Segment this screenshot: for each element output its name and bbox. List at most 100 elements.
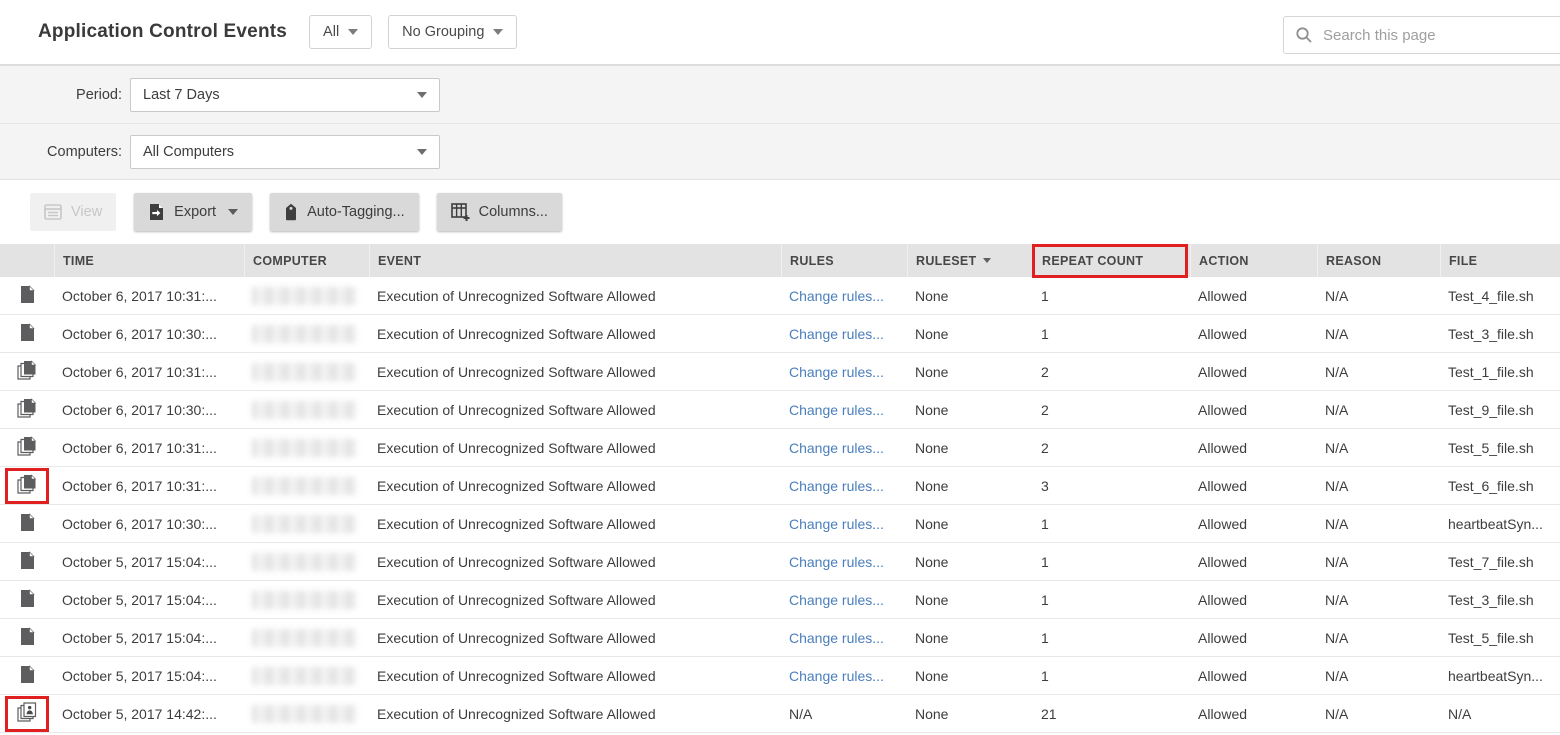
- change-rules-link[interactable]: Change rules...: [781, 657, 907, 694]
- event-document-icon: [20, 323, 35, 345]
- table-row[interactable]: October 6, 2017 10:30:... Execution of U…: [0, 391, 1560, 429]
- computer-cell: [244, 277, 369, 314]
- column-header-computer[interactable]: COMPUTER: [244, 244, 369, 277]
- row-icon: [17, 702, 38, 725]
- event-cell: Execution of Unrecognized Software Allow…: [369, 543, 781, 580]
- ruleset-cell: None: [907, 429, 1033, 466]
- time-cell: October 6, 2017 10:31:...: [54, 429, 244, 466]
- reason-cell: N/A: [1317, 315, 1440, 352]
- change-rules-link[interactable]: Change rules...: [781, 277, 907, 314]
- table-row[interactable]: October 6, 2017 10:31:... Execution of U…: [0, 467, 1560, 505]
- column-header-file[interactable]: FILE: [1440, 244, 1560, 277]
- computer-cell: [244, 695, 369, 732]
- search-input[interactable]: [1323, 27, 1553, 44]
- column-header-time[interactable]: TIME: [54, 244, 244, 277]
- view-icon: [44, 204, 62, 220]
- row-icon: [20, 589, 35, 611]
- computer-redacted-blur: [252, 629, 357, 647]
- auto-tagging-button[interactable]: Auto-Tagging...: [270, 193, 419, 231]
- export-button[interactable]: Export: [134, 193, 252, 231]
- column-header-ruleset[interactable]: RULESET: [907, 244, 1033, 277]
- file-cell: Test_3_file.sh: [1440, 581, 1560, 618]
- event-cell: Execution of Unrecognized Software Allow…: [369, 695, 781, 732]
- table-row[interactable]: October 5, 2017 14:42:... Execution of U…: [0, 695, 1560, 733]
- computer-cell: [244, 353, 369, 390]
- action-cell: Allowed: [1190, 277, 1317, 314]
- change-rules-link[interactable]: Change rules...: [781, 353, 907, 390]
- computers-value: All Computers: [143, 144, 234, 160]
- column-header-rules[interactable]: RULES: [781, 244, 907, 277]
- change-rules-link[interactable]: Change rules...: [781, 315, 907, 352]
- reason-cell: N/A: [1317, 543, 1440, 580]
- change-rules-link[interactable]: Change rules...: [781, 467, 907, 504]
- column-header-repeat-count[interactable]: REPEAT COUNT: [1033, 244, 1190, 277]
- period-value: Last 7 Days: [143, 87, 220, 103]
- ruleset-cell: None: [907, 277, 1033, 314]
- computers-select[interactable]: All Computers: [130, 135, 440, 169]
- change-rules-link[interactable]: Change rules...: [781, 581, 907, 618]
- time-cell: October 6, 2017 10:31:...: [54, 467, 244, 504]
- computer-cell: [244, 467, 369, 504]
- event-cell: Execution of Unrecognized Software Allow…: [369, 391, 781, 428]
- period-filter-row: Period: Last 7 Days: [0, 66, 1560, 124]
- grouping-dropdown[interactable]: No Grouping: [388, 15, 517, 49]
- table-row[interactable]: October 6, 2017 10:31:... Execution of U…: [0, 429, 1560, 467]
- repeated-events-stack-icon: [17, 474, 38, 497]
- columns-button-label: Columns...: [479, 204, 548, 220]
- table-row[interactable]: October 6, 2017 10:31:... Execution of U…: [0, 277, 1560, 315]
- change-rules-link[interactable]: Change rules...: [781, 391, 907, 428]
- file-cell: Test_3_file.sh: [1440, 315, 1560, 352]
- column-header-ruleset-label: RULESET: [916, 254, 976, 268]
- event-cell: Execution of Unrecognized Software Allow…: [369, 505, 781, 542]
- table-row[interactable]: October 5, 2017 15:04:... Execution of U…: [0, 619, 1560, 657]
- severity-filter-dropdown[interactable]: All: [309, 15, 372, 49]
- page-search[interactable]: [1283, 16, 1560, 54]
- event-document-icon: [20, 665, 35, 687]
- file-cell: Test_5_file.sh: [1440, 619, 1560, 656]
- change-rules-link[interactable]: Change rules...: [781, 505, 907, 542]
- table-row[interactable]: October 5, 2017 15:04:... Execution of U…: [0, 543, 1560, 581]
- computer-redacted-blur: [252, 439, 357, 457]
- view-button: View: [30, 193, 116, 231]
- event-cell: Execution of Unrecognized Software Allow…: [369, 619, 781, 656]
- ruleset-cell: None: [907, 315, 1033, 352]
- computer-redacted-blur: [252, 401, 357, 419]
- tag-icon: [284, 203, 298, 221]
- table-row[interactable]: October 5, 2017 15:04:... Execution of U…: [0, 657, 1560, 695]
- file-cell: Test_5_file.sh: [1440, 429, 1560, 466]
- ruleset-cell: None: [907, 391, 1033, 428]
- columns-button[interactable]: Columns...: [437, 193, 562, 231]
- change-rules-link[interactable]: Change rules...: [781, 543, 907, 580]
- computer-cell: [244, 315, 369, 352]
- change-rules-link[interactable]: Change rules...: [781, 619, 907, 656]
- file-cell: Test_4_file.sh: [1440, 277, 1560, 314]
- computer-cell: [244, 619, 369, 656]
- action-cell: Allowed: [1190, 429, 1317, 466]
- repeat-count-cell: 1: [1033, 277, 1190, 314]
- action-cell: Allowed: [1190, 315, 1317, 352]
- chevron-down-icon: [348, 29, 358, 35]
- view-button-label: View: [71, 204, 102, 220]
- chevron-down-icon: [417, 149, 427, 155]
- action-cell: Allowed: [1190, 619, 1317, 656]
- table-row[interactable]: October 6, 2017 10:31:... Execution of U…: [0, 353, 1560, 391]
- table-row[interactable]: October 6, 2017 10:30:... Execution of U…: [0, 505, 1560, 543]
- event-document-icon: [20, 551, 35, 573]
- column-header-action[interactable]: ACTION: [1190, 244, 1317, 277]
- reason-cell: N/A: [1317, 277, 1440, 314]
- ruleset-cell: None: [907, 543, 1033, 580]
- period-select[interactable]: Last 7 Days: [130, 78, 440, 112]
- time-cell: October 5, 2017 15:04:...: [54, 619, 244, 656]
- ruleset-cell: None: [907, 505, 1033, 542]
- column-header-reason[interactable]: REASON: [1317, 244, 1440, 277]
- table-row[interactable]: October 6, 2017 10:30:... Execution of U…: [0, 315, 1560, 353]
- column-header-event[interactable]: EVENT: [369, 244, 781, 277]
- time-cell: October 6, 2017 10:30:...: [54, 391, 244, 428]
- change-rules-link[interactable]: Change rules...: [781, 429, 907, 466]
- time-cell: October 6, 2017 10:31:...: [54, 353, 244, 390]
- action-cell: Allowed: [1190, 543, 1317, 580]
- toolbar: View Export Auto-Tagging... Columns...: [0, 180, 1560, 244]
- table-row[interactable]: October 5, 2017 15:04:... Execution of U…: [0, 581, 1560, 619]
- sort-descending-icon: [983, 258, 991, 263]
- repeat-count-cell: 1: [1033, 581, 1190, 618]
